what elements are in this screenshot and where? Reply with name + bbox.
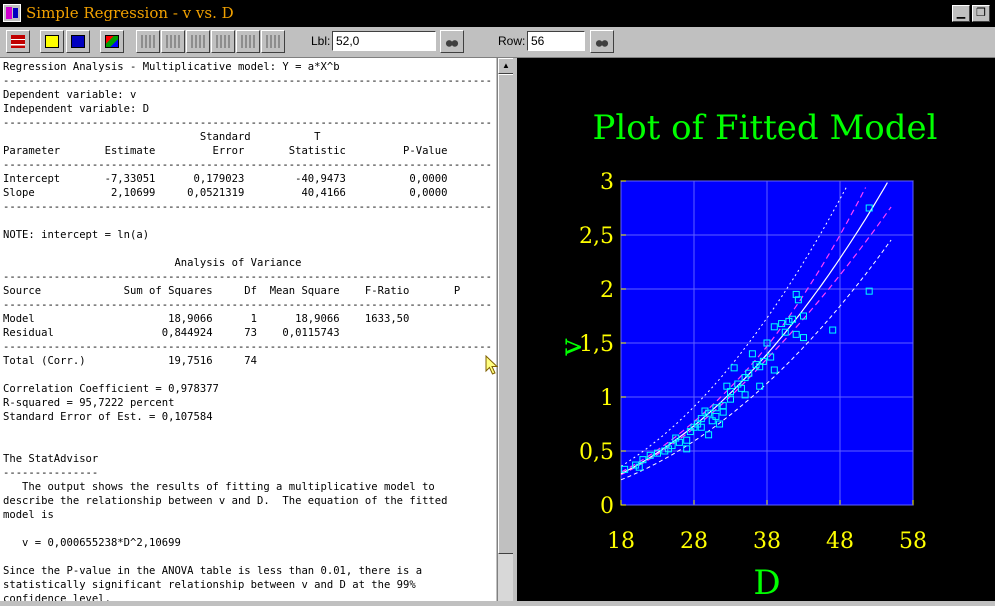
report-line: Standard Error of Est. = 0,107584 (3, 411, 213, 423)
report-line: ----------------------------------------… (3, 75, 492, 87)
y-tick-label: 0,5 (579, 440, 614, 465)
input-dialog-button[interactable] (6, 30, 30, 53)
app-icon[interactable] (3, 4, 21, 22)
report-line: Intercept -7,33051 0,179023 -40,9473 0,0… (3, 173, 448, 185)
report-line: describe the relationship between v and … (3, 495, 448, 507)
lbl-input[interactable] (332, 31, 436, 51)
y-tick-label: 1 (600, 386, 614, 411)
disabled-tool-button-4[interactable] (211, 30, 235, 53)
report-line: ----------------------------------------… (3, 341, 492, 353)
report-line: R-squared = 95,7222 percent (3, 397, 175, 409)
plot-pane: Plot of Fitted Model 18 28 38 48 58 0 0,5 1 1,5 2 2… (517, 58, 995, 603)
report-line: confidence level. (3, 593, 111, 601)
binoculars-icon (595, 35, 609, 48)
disabled-tool-button-6[interactable] (261, 30, 285, 53)
report-line: v = 0,000655238*D^2,10699 (22, 537, 181, 549)
report-line: ----------------------------------------… (3, 271, 492, 283)
save-icon (105, 35, 119, 48)
report-line: Regression Analysis - Multiplicative mod… (3, 61, 340, 73)
report-line: ----------------------------------------… (3, 159, 492, 171)
y-tick-label: 0 (600, 494, 614, 519)
restore-button[interactable]: ❐ (972, 5, 990, 22)
report-line: Residual 0,844924 73 0,0115743 (3, 327, 340, 339)
report-line: statistically significant relationship b… (3, 579, 416, 591)
title-bar: Simple Regression - v vs. D ▁ ❐ (0, 0, 995, 27)
report-line: Total (Corr.) 19,7516 74 (3, 355, 257, 367)
minimize-button[interactable]: ▁ (952, 5, 970, 22)
analysis-report-text: Regression Analysis - Multiplicative mod… (0, 58, 496, 601)
report-line: Model 18,9066 1 18,9066 1633,50 (3, 313, 410, 325)
tabular-options-button[interactable] (40, 30, 64, 53)
graph-icon (71, 35, 85, 48)
report-line: NOTE: intercept = ln(a) (3, 229, 150, 241)
report-line: ----------------------------------------… (3, 299, 492, 311)
x-tick-label: 18 (607, 529, 635, 554)
toolbar: Lbl: Row: (0, 27, 995, 58)
lbl-search-button[interactable] (440, 30, 464, 53)
disabled-tool-button-1[interactable] (136, 30, 160, 53)
chart-title: Plot of Fitted Model (592, 108, 937, 148)
disabled-tool-icon (191, 35, 205, 48)
x-tick-label: 28 (680, 529, 708, 554)
report-line: Slope 2,10699 0,0521319 40,4166 0,0000 (3, 187, 448, 199)
text-report-icon (45, 35, 59, 48)
row-search-button[interactable] (590, 30, 614, 53)
disabled-tool-icon (266, 35, 280, 48)
report-line: Standard T (199, 131, 321, 143)
y-axis-label: v (554, 338, 589, 356)
graphical-options-button[interactable] (66, 30, 90, 53)
lbl-label: Lbl: (311, 34, 331, 48)
report-line: Parameter Estimate Error Statistic P-Val… (3, 145, 448, 157)
y-tick-label: 2,5 (579, 224, 614, 249)
report-line: The StatAdvisor (3, 453, 99, 465)
y-tick-label: 2 (600, 278, 614, 303)
disabled-tool-button-3[interactable] (186, 30, 210, 53)
x-tick-label: 48 (826, 529, 854, 554)
analysis-report-pane[interactable]: Regression Analysis - Multiplicative mod… (0, 58, 496, 601)
binoculars-icon (445, 35, 459, 48)
window-title: Simple Regression - v vs. D (26, 4, 234, 22)
disabled-tool-icon (216, 35, 230, 48)
mouse-cursor-icon (485, 355, 499, 375)
report-line: Correlation Coefficient = 0,978377 (3, 383, 219, 395)
disabled-tool-icon (241, 35, 255, 48)
x-tick-label: 58 (899, 529, 927, 554)
report-line: Source Sum of Squares Df Mean Square F-R… (3, 285, 461, 297)
scroll-up-arrow-icon[interactable]: ▲ (498, 58, 514, 74)
scroll-thumb[interactable] (498, 74, 514, 554)
disabled-tool-icon (166, 35, 180, 48)
y-tick-label: 3 (600, 170, 614, 195)
report-line: The output shows the results of fitting … (22, 481, 435, 493)
report-line: --------------- (3, 467, 99, 479)
x-tick-label: 38 (753, 529, 781, 554)
report-line: Analysis of Variance (174, 257, 302, 269)
report-line: ----------------------------------------… (3, 117, 492, 129)
disabled-tool-icon (141, 35, 155, 48)
disabled-tool-button-2[interactable] (161, 30, 185, 53)
report-line: Dependent variable: v (3, 89, 137, 101)
x-axis-label: D (753, 563, 780, 601)
report-scrollbar[interactable]: ▲ (497, 58, 514, 601)
fitted-model-chart: Plot of Fitted Model18 28 38 48 5800,511,522… (554, 108, 938, 603)
save-results-button[interactable] (100, 30, 124, 53)
report-line: model is (3, 509, 54, 521)
row-label: Row: (498, 34, 526, 48)
report-line: Since the P-value in the ANOVA table is … (3, 565, 423, 577)
input-dialog-icon (11, 35, 25, 48)
disabled-tool-button-5[interactable] (236, 30, 260, 53)
row-input[interactable] (527, 31, 585, 51)
report-line: Independent variable: D (3, 103, 150, 115)
report-line: ----------------------------------------… (3, 201, 492, 213)
